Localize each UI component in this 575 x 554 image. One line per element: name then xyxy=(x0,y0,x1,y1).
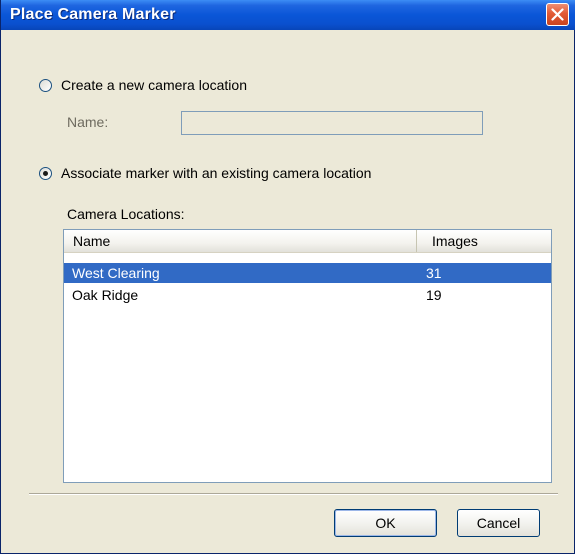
row-images-cell: 31 xyxy=(426,265,442,281)
row-name-cell: Oak Ridge xyxy=(72,287,139,303)
list-row[interactable]: Oak Ridge 19 xyxy=(64,285,551,305)
column-header-name[interactable]: Name xyxy=(64,230,417,252)
dialog-title: Place Camera Marker xyxy=(10,6,176,23)
title-bar[interactable]: Place Camera Marker xyxy=(1,0,575,30)
associate-radio[interactable] xyxy=(39,166,52,180)
dialog-window: Place Camera Marker Create a new camera … xyxy=(0,0,575,554)
list-row[interactable]: West Clearing 31 xyxy=(64,263,551,283)
create-new-label: Create a new camera location xyxy=(61,77,247,93)
name-label: Name: xyxy=(67,114,109,130)
column-header-images[interactable]: Images xyxy=(418,230,551,252)
associate-option[interactable]: Associate marker with an existing camera… xyxy=(39,165,371,181)
close-icon xyxy=(551,8,564,21)
associate-label: Associate marker with an existing camera… xyxy=(61,165,372,181)
camera-locations-list[interactable]: Name Images West Clearing 31 Oak Ridge 1… xyxy=(63,229,552,483)
button-separator xyxy=(29,493,558,495)
name-input[interactable] xyxy=(181,111,483,135)
camera-locations-caption: Camera Locations: xyxy=(67,206,185,222)
ok-button[interactable]: OK xyxy=(334,509,437,537)
list-header: Name Images xyxy=(64,230,551,253)
close-button[interactable] xyxy=(546,3,569,26)
create-new-option[interactable]: Create a new camera location xyxy=(39,77,247,93)
create-new-radio[interactable] xyxy=(39,78,52,92)
cancel-button[interactable]: Cancel xyxy=(457,509,540,537)
row-name-cell: West Clearing xyxy=(72,265,160,281)
row-images-cell: 19 xyxy=(426,287,442,303)
